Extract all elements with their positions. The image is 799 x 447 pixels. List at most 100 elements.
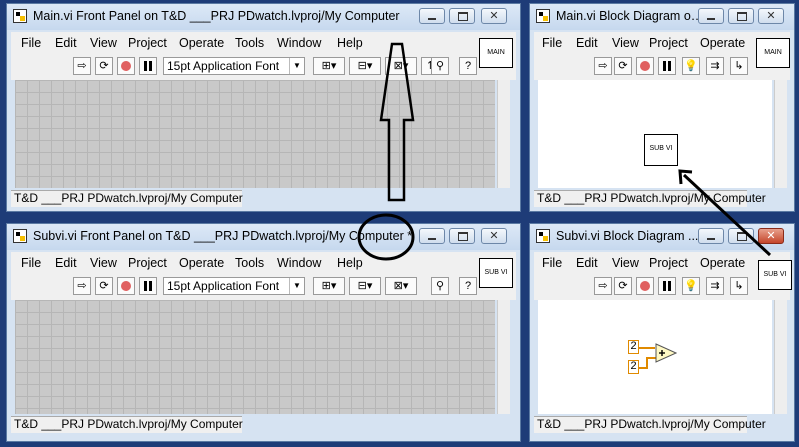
menu-tools[interactable]: Tools	[235, 36, 264, 50]
menu-bar: File Edit View Project Operate	[534, 32, 790, 54]
align-objects-icon[interactable]: ⊞▾	[313, 277, 345, 295]
menu-view[interactable]: View	[612, 256, 639, 270]
vertical-scrollbar[interactable]	[774, 80, 787, 188]
context-help-icon[interactable]: ?	[459, 57, 477, 75]
block-diagram-canvas[interactable]: SUB VI	[538, 80, 772, 188]
vertical-scrollbar[interactable]	[497, 300, 510, 414]
main-front-panel-window[interactable]: Main.vi Front Panel on T&D ___PRJ PDwatc…	[6, 3, 521, 212]
resize-objects-icon[interactable]: ⊠▾	[385, 57, 417, 75]
menu-help[interactable]: Help	[337, 36, 363, 50]
menu-view[interactable]: View	[90, 36, 117, 50]
menu-operate[interactable]: Operate	[700, 256, 745, 270]
menu-window[interactable]: Window	[277, 36, 321, 50]
highlight-execution-icon[interactable]: 💡	[682, 57, 700, 75]
align-objects-icon[interactable]: ⊞▾	[313, 57, 345, 75]
step-into-icon[interactable]: ↳	[730, 277, 748, 295]
minimize-button[interactable]	[698, 8, 724, 24]
connector-pane-icon[interactable]: MAIN	[756, 38, 790, 68]
font-selector-value: 15pt Application Font	[167, 279, 280, 293]
abort-icon[interactable]	[117, 277, 135, 295]
vertical-scrollbar[interactable]	[774, 300, 787, 414]
menu-edit[interactable]: Edit	[55, 256, 77, 270]
menu-tools[interactable]: Tools	[235, 256, 264, 270]
run-arrow-icon[interactable]: ⇨	[73, 57, 91, 75]
menu-operate[interactable]: Operate	[700, 36, 745, 50]
run-continuously-icon[interactable]: ⟳	[614, 277, 632, 295]
pause-icon[interactable]	[139, 57, 157, 75]
close-button[interactable]: ✕	[481, 228, 507, 244]
close-button[interactable]: ✕	[481, 8, 507, 24]
menu-file[interactable]: File	[21, 36, 41, 50]
run-arrow-icon[interactable]: ⇨	[594, 57, 612, 75]
menu-operate[interactable]: Operate	[179, 36, 224, 50]
run-continuously-icon[interactable]: ⟳	[95, 57, 113, 75]
abort-icon[interactable]	[117, 57, 135, 75]
search-icon[interactable]: ⚲	[431, 57, 449, 75]
main-block-diagram-window[interactable]: Main.vi Block Diagram on T&D ___PRJ PDwa…	[529, 3, 795, 212]
maximize-button[interactable]	[728, 8, 754, 24]
abort-icon[interactable]	[636, 277, 654, 295]
retain-wire-values-icon[interactable]: ⇉	[706, 277, 724, 295]
menu-project[interactable]: Project	[128, 36, 167, 50]
window-title: Subvi.vi Front Panel on T&D ___PRJ PDwat…	[33, 229, 413, 243]
run-continuously-icon[interactable]: ⟳	[95, 277, 113, 295]
maximize-button[interactable]	[728, 228, 754, 244]
maximize-button[interactable]	[449, 8, 475, 24]
minimize-button[interactable]	[419, 8, 445, 24]
run-continuously-icon[interactable]: ⟳	[614, 57, 632, 75]
menu-file[interactable]: File	[542, 36, 562, 50]
retain-wire-values-icon[interactable]: ⇉	[706, 57, 724, 75]
run-arrow-icon[interactable]: ⇨	[73, 277, 91, 295]
close-button[interactable]: ✕	[758, 228, 784, 244]
highlight-execution-icon[interactable]: 💡	[682, 277, 700, 295]
title-bar[interactable]: Main.vi Block Diagram on T&D ___PRJ PDwa…	[530, 4, 794, 30]
menu-edit[interactable]: Edit	[55, 36, 77, 50]
subvi-node[interactable]: SUB VI	[644, 134, 678, 166]
menu-project[interactable]: Project	[649, 256, 688, 270]
front-panel-canvas[interactable]	[15, 80, 495, 188]
menu-view[interactable]: View	[612, 36, 639, 50]
vertical-scrollbar[interactable]	[497, 80, 510, 188]
distribute-objects-icon[interactable]: ⊟▾	[349, 277, 381, 295]
menu-edit[interactable]: Edit	[576, 256, 598, 270]
minimize-button[interactable]	[698, 228, 724, 244]
abort-icon[interactable]	[636, 57, 654, 75]
menu-window[interactable]: Window	[277, 256, 321, 270]
block-diagram-canvas[interactable]: 2 2	[538, 300, 772, 414]
connector-pane-icon[interactable]: SUB VI	[758, 260, 792, 290]
title-bar[interactable]: Subvi.vi Front Panel on T&D ___PRJ PDwat…	[7, 224, 520, 250]
menu-help[interactable]: Help	[337, 256, 363, 270]
connector-pane-icon[interactable]: MAIN	[479, 38, 513, 68]
connector-pane-icon[interactable]: SUB VI	[479, 258, 513, 288]
menu-file[interactable]: File	[21, 256, 41, 270]
font-selector[interactable]: 15pt Application Font ▼	[163, 277, 305, 295]
numeric-constant[interactable]: 2	[628, 340, 639, 354]
step-into-icon[interactable]: ↳	[730, 57, 748, 75]
close-button[interactable]: ✕	[758, 8, 784, 24]
minimize-button[interactable]	[419, 228, 445, 244]
resize-objects-icon[interactable]: ⊠▾	[385, 277, 417, 295]
maximize-button[interactable]	[449, 228, 475, 244]
title-bar[interactable]: Main.vi Front Panel on T&D ___PRJ PDwatc…	[7, 4, 520, 30]
numeric-wire[interactable]	[639, 347, 655, 349]
subvi-block-diagram-window[interactable]: Subvi.vi Block Diagram ... ✕ File Edit V…	[529, 223, 795, 442]
menu-file[interactable]: File	[542, 256, 562, 270]
distribute-objects-icon[interactable]: ⊟▾	[349, 57, 381, 75]
pause-icon[interactable]	[139, 277, 157, 295]
menu-view[interactable]: View	[90, 256, 117, 270]
run-arrow-icon[interactable]: ⇨	[594, 277, 612, 295]
menu-operate[interactable]: Operate	[179, 256, 224, 270]
menu-project[interactable]: Project	[649, 36, 688, 50]
numeric-constant[interactable]: 2	[628, 360, 639, 374]
pause-icon[interactable]	[658, 277, 676, 295]
front-panel-canvas[interactable]	[15, 300, 495, 414]
title-bar[interactable]: Subvi.vi Block Diagram ... ✕	[530, 224, 794, 250]
search-icon[interactable]: ⚲	[431, 277, 449, 295]
menu-project[interactable]: Project	[128, 256, 167, 270]
font-selector[interactable]: 15pt Application Font ▼	[163, 57, 305, 75]
pause-icon[interactable]	[658, 57, 676, 75]
context-help-icon[interactable]: ?	[459, 277, 477, 295]
menu-edit[interactable]: Edit	[576, 36, 598, 50]
add-function-icon[interactable]	[655, 343, 677, 363]
subvi-front-panel-window[interactable]: Subvi.vi Front Panel on T&D ___PRJ PDwat…	[6, 223, 521, 442]
